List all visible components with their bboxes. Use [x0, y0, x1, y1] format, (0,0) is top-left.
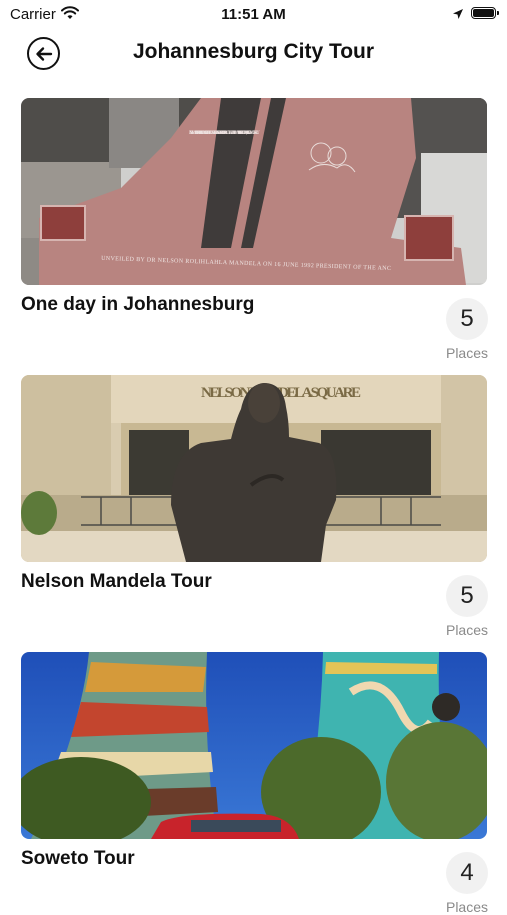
tour-image-statue[interactable]: NELSON MANDELA SQUARE: [21, 375, 487, 562]
tour-title: Nelson Mandela Tour: [21, 571, 212, 592]
tour-image-towers[interactable]: [21, 652, 487, 839]
tour-image-memorial[interactable]: IN MEMORY OF HECTOR PIETERSON AND ALL OT…: [21, 98, 487, 285]
status-time: 11:51 AM: [221, 6, 286, 23]
location-arrow-icon: [452, 7, 464, 25]
memorial-plaque-text: IN MEMORY OF HECTOR PIETERSON AND ALL OT…: [189, 131, 260, 136]
tour-title: One day in Johannesburg: [21, 294, 255, 315]
battery-icon: [471, 7, 499, 19]
places-count-badge: 4: [446, 852, 488, 894]
tour-title: Soweto Tour: [21, 848, 135, 869]
places-label: Places: [445, 899, 489, 915]
places-label: Places: [445, 345, 489, 361]
places-label: Places: [445, 622, 489, 638]
places-count-badge: 5: [446, 298, 488, 340]
places-count-badge: 5: [446, 575, 488, 617]
page-title: Johannesburg City Tour: [132, 40, 375, 63]
status-bar: Carrier 11:51 AM: [0, 0, 507, 30]
